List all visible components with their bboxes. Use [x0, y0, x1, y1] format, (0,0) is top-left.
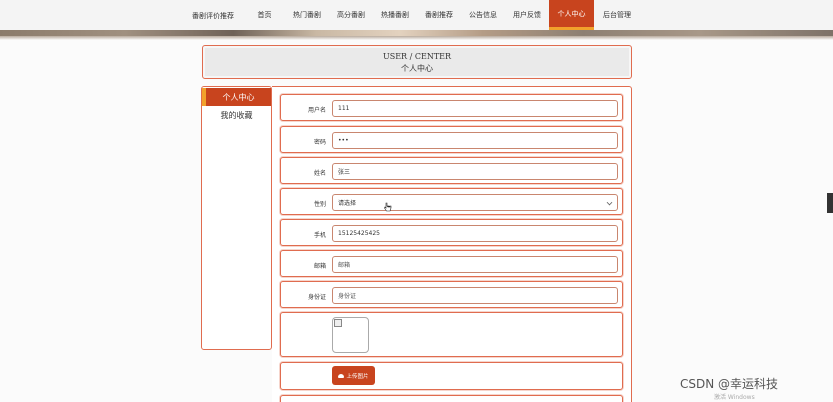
nav-hot-anime[interactable]: 热门番剧 — [285, 0, 329, 30]
nav-announcements[interactable]: 公告信息 — [461, 0, 505, 30]
pointer-cursor-icon — [384, 202, 392, 212]
page-header: USER / CENTER 个人中心 — [202, 45, 632, 79]
banner-fade — [0, 36, 833, 40]
idcard-input[interactable]: 身份证 — [332, 287, 618, 304]
email-label: 邮箱 — [313, 263, 326, 270]
sidebar-item-favorites[interactable]: 我的收藏 — [202, 106, 271, 124]
form-row-next — [280, 395, 623, 402]
top-navbar: 番剧评价推荐 首页 热门番剧 高分番剧 热播番剧 番剧推荐 公告信息 用户反馈 … — [0, 0, 833, 30]
form-row-idcard: 身份证 身份证 — [280, 281, 623, 308]
sidebar: 个人中心 我的收藏 — [201, 86, 272, 350]
phone-input[interactable]: 15125425425 — [332, 225, 618, 242]
name-label: 姓名 — [313, 170, 326, 177]
side-scroll-tab[interactable] — [827, 193, 833, 213]
form-row-phone: 手机 15125425425 — [280, 219, 623, 246]
nav-personal-center[interactable]: 个人中心 — [549, 0, 594, 30]
nav-home[interactable]: 首页 — [244, 0, 285, 30]
name-input[interactable]: 张三 — [332, 163, 618, 180]
nav-user-feedback[interactable]: 用户反馈 — [505, 0, 549, 30]
form-row-avatar — [280, 312, 623, 357]
nav-admin[interactable]: 后台管理 — [594, 0, 640, 30]
cloud-upload-icon — [338, 373, 345, 378]
form-row-name: 姓名 张三 — [280, 157, 623, 184]
form-row-upload: 上传图片 — [280, 362, 623, 390]
form-row-email: 邮箱 邮箱 — [280, 250, 623, 277]
gender-label: 性别 — [313, 201, 326, 208]
watermark-text: CSDN @幸运科技 — [680, 377, 779, 391]
password-label: 密码 — [313, 139, 326, 146]
page-title-en: USER / CENTER — [382, 52, 452, 61]
chevron-down-icon[interactable] — [606, 199, 613, 206]
phone-label: 手机 — [313, 232, 326, 239]
form-row-username: 用户名 111 — [280, 94, 623, 121]
password-input[interactable]: ••• — [332, 132, 618, 149]
upload-image-label: 上传图片 — [346, 373, 369, 380]
page-title-cn: 个人中心 — [401, 64, 433, 73]
gender-select[interactable]: 请选择 — [332, 194, 618, 211]
main-nav: 首页 热门番剧 高分番剧 热播番剧 番剧推荐 公告信息 用户反馈 个人中心 后台… — [244, 0, 640, 30]
site-title[interactable]: 番剧评价推荐 — [192, 11, 234, 21]
form-row-password: 密码 ••• — [280, 126, 623, 153]
activate-windows-text: 激活 Windows — [714, 394, 755, 401]
avatar-preview[interactable] — [332, 317, 369, 353]
sidebar-item-personal-center[interactable]: 个人中心 — [202, 88, 271, 106]
idcard-label: 身份证 — [307, 294, 326, 301]
upload-image-button[interactable]: 上传图片 — [332, 366, 375, 385]
nav-anime-recommend[interactable]: 番剧推荐 — [417, 0, 461, 30]
username-input[interactable]: 111 — [332, 100, 618, 117]
nav-high-score-anime[interactable]: 高分番剧 — [329, 0, 373, 30]
broken-image-icon — [334, 319, 342, 327]
username-label: 用户名 — [307, 107, 326, 114]
form-row-gender: 性别 请选择 — [280, 188, 623, 215]
nav-airing-anime[interactable]: 热播番剧 — [373, 0, 417, 30]
email-input[interactable]: 邮箱 — [332, 256, 618, 273]
gender-select-value: 请选择 — [338, 200, 357, 207]
